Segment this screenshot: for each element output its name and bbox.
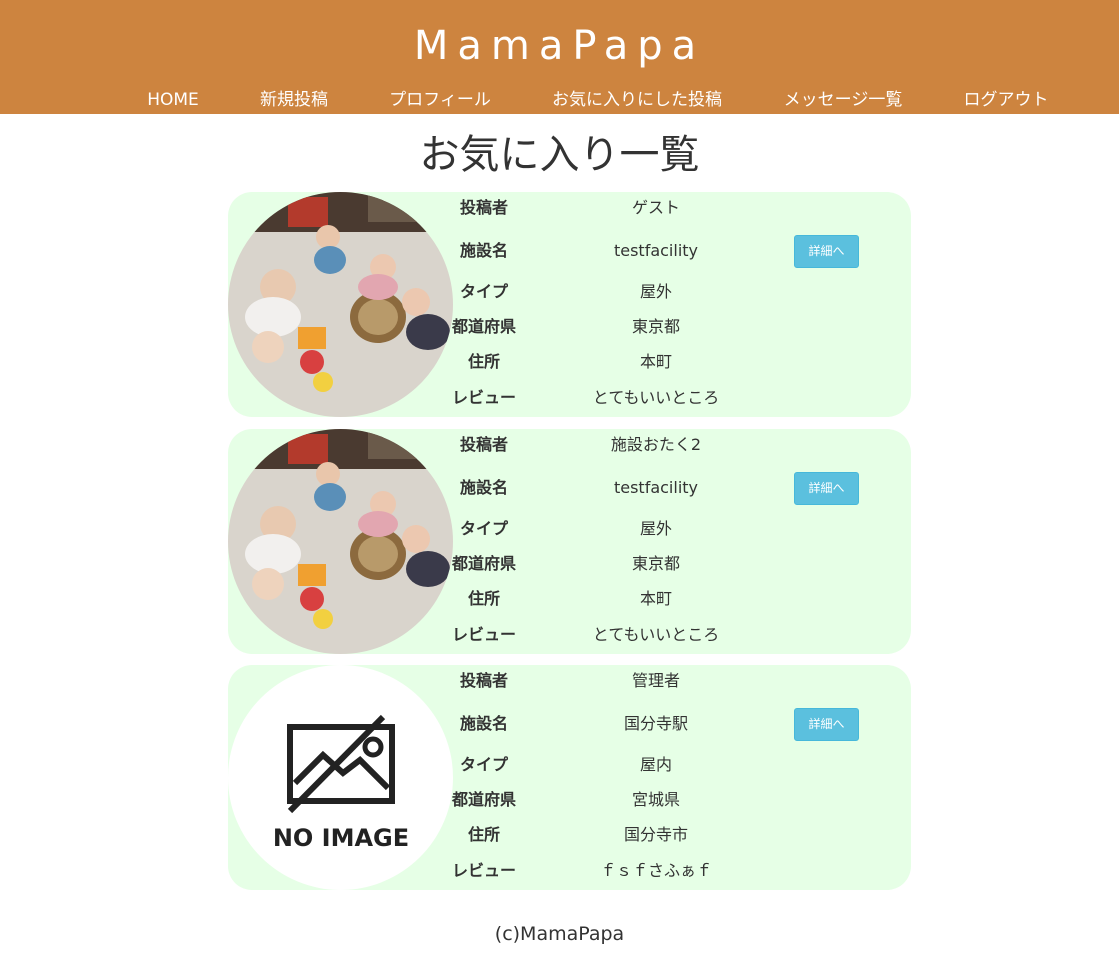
page-title: お気に入り一覧	[419, 132, 700, 178]
nav-home[interactable]: HOME	[147, 88, 199, 112]
prefecture-value: 東京都	[631, 554, 680, 573]
prefecture-value: 宮城県	[631, 790, 680, 809]
review-value: とてもいいところ	[592, 388, 720, 407]
address-value: 本町	[639, 589, 672, 608]
poster-value: ゲスト	[631, 198, 680, 217]
facility-photo	[228, 192, 453, 417]
facility-photo	[228, 429, 453, 654]
footer-copyright: (c)MamaPapa	[494, 923, 625, 945]
facility-label: 施設名	[459, 478, 508, 497]
poster-label: 投稿者	[459, 671, 508, 690]
poster-label: 投稿者	[459, 435, 508, 454]
no-image-icon: NO IMAGE	[273, 714, 409, 852]
no-image-placeholder: NO IMAGE	[228, 665, 453, 890]
detail-button[interactable]: 詳細へ	[794, 235, 859, 268]
type-value: 屋内	[639, 755, 672, 774]
no-image-text: NO IMAGE	[273, 824, 409, 852]
facility-value: 国分寺駅	[623, 714, 688, 733]
facility-value: testfacility	[613, 241, 699, 260]
address-value: 本町	[639, 352, 672, 371]
prefecture-value: 東京都	[631, 317, 680, 336]
facility-label: 施設名	[459, 241, 508, 260]
prefecture-label: 都道府県	[451, 554, 516, 573]
favorite-card: 投稿者 ゲスト 施設名 testfacility タイプ 屋外 都道府県 東京都…	[228, 192, 911, 417]
nav-new-post[interactable]: 新規投稿	[260, 88, 328, 112]
main-nav: HOME 新規投稿 プロフィール お気に入りにした投稿 メッセージ一覧 ログアウ…	[0, 88, 1119, 112]
type-label: タイプ	[459, 282, 508, 301]
nav-profile[interactable]: プロフィール	[389, 88, 491, 112]
poster-value: 管理者	[631, 671, 680, 690]
detail-button[interactable]: 詳細へ	[794, 708, 859, 741]
poster-value: 施設おたく2	[610, 435, 702, 454]
review-value: ｆｓｆさふぁｆ	[599, 861, 712, 880]
address-label: 住所	[467, 825, 500, 844]
poster-label: 投稿者	[459, 198, 508, 217]
review-label: レビュー	[451, 388, 516, 407]
nav-messages[interactable]: メッセージ一覧	[784, 88, 903, 112]
review-label: レビュー	[451, 861, 516, 880]
review-value: とてもいいところ	[592, 625, 720, 644]
nav-favorites[interactable]: お気に入りにした投稿	[552, 88, 722, 112]
favorite-card: 投稿者 施設おたく2 施設名 testfacility タイプ 屋外 都道府県 …	[228, 429, 911, 654]
prefecture-label: 都道府県	[451, 317, 516, 336]
type-value: 屋外	[639, 282, 672, 301]
facility-label: 施設名	[459, 714, 508, 733]
address-label: 住所	[467, 589, 500, 608]
prefecture-label: 都道府県	[451, 790, 516, 809]
type-value: 屋外	[639, 519, 672, 538]
type-label: タイプ	[459, 519, 508, 538]
site-logo[interactable]: MamaPapa	[0, 20, 1119, 72]
review-label: レビュー	[451, 625, 516, 644]
detail-button[interactable]: 詳細へ	[794, 472, 859, 505]
nav-logout[interactable]: ログアウト	[964, 88, 1049, 112]
site-header: MamaPapa HOME 新規投稿 プロフィール お気に入りにした投稿 メッセ…	[0, 0, 1119, 114]
address-value: 国分寺市	[623, 825, 688, 844]
favorite-card: NO IMAGE 投稿者 管理者 施設名 国分寺駅 タイプ 屋内 都道府県 宮城…	[228, 665, 911, 890]
address-label: 住所	[467, 352, 500, 371]
facility-value: testfacility	[613, 478, 699, 497]
type-label: タイプ	[459, 755, 508, 774]
